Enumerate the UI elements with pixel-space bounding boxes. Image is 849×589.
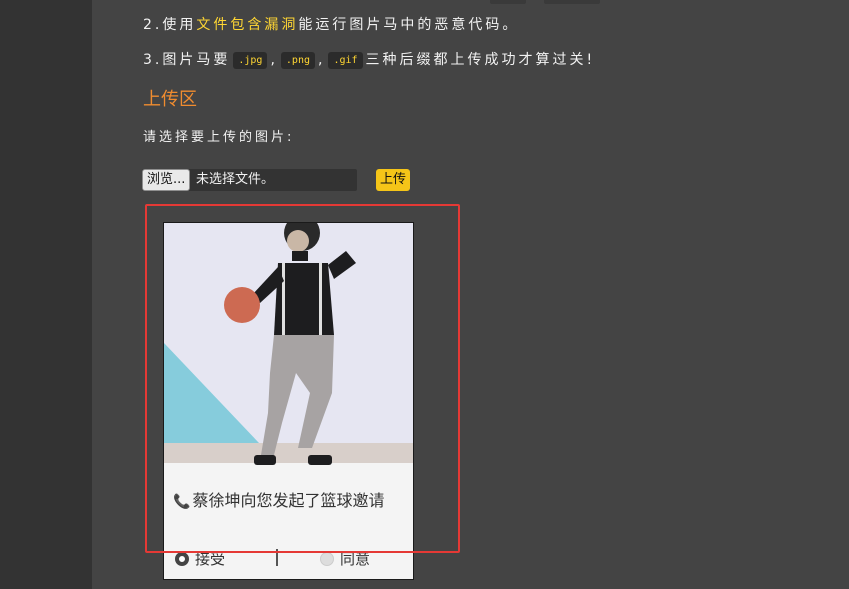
upload-prompt: 请选择要上传的图片: <box>143 130 295 145</box>
radio-filled-icon <box>320 552 334 566</box>
rule-3-prefix: 3.图片马要 <box>143 52 231 68</box>
file-input[interactable]: 浏览... 未选择文件。 <box>142 169 357 191</box>
file-status: 未选择文件。 <box>196 172 275 187</box>
ext-gif: .gif <box>328 52 363 69</box>
rule-3-sep1: , <box>270 52 278 68</box>
cropped-element-right <box>544 0 600 4</box>
rule-line-2: 2.使用文件包含漏洞能运行图片马中的恶意代码。 <box>143 14 519 34</box>
upload-button[interactable]: 上传 <box>376 169 411 191</box>
rule-2-suffix: 能运行图片马中的恶意代码。 <box>298 17 520 33</box>
radio-empty-icon <box>175 552 189 566</box>
ext-jpg: .jpg <box>233 52 268 69</box>
browse-button[interactable]: 浏览... <box>142 169 191 191</box>
ext-png: .png <box>280 52 315 69</box>
rule-line-3: 3.图片马要 .jpg, .png, .gif 三种后缀都上传成功才算过关! <box>143 49 595 69</box>
cropped-element-left <box>490 0 526 4</box>
annotation-highlight-box <box>145 204 460 553</box>
rule-2-highlight: 文件包含漏洞 <box>196 17 299 33</box>
rule-3-sep2: , <box>318 52 326 68</box>
rule-2-prefix: 2.使用 <box>143 17 197 33</box>
rule-3-suffix: 三种后缀都上传成功才算过关! <box>365 52 596 68</box>
left-gutter <box>0 0 92 589</box>
upload-section-title: 上传区 <box>143 89 197 110</box>
